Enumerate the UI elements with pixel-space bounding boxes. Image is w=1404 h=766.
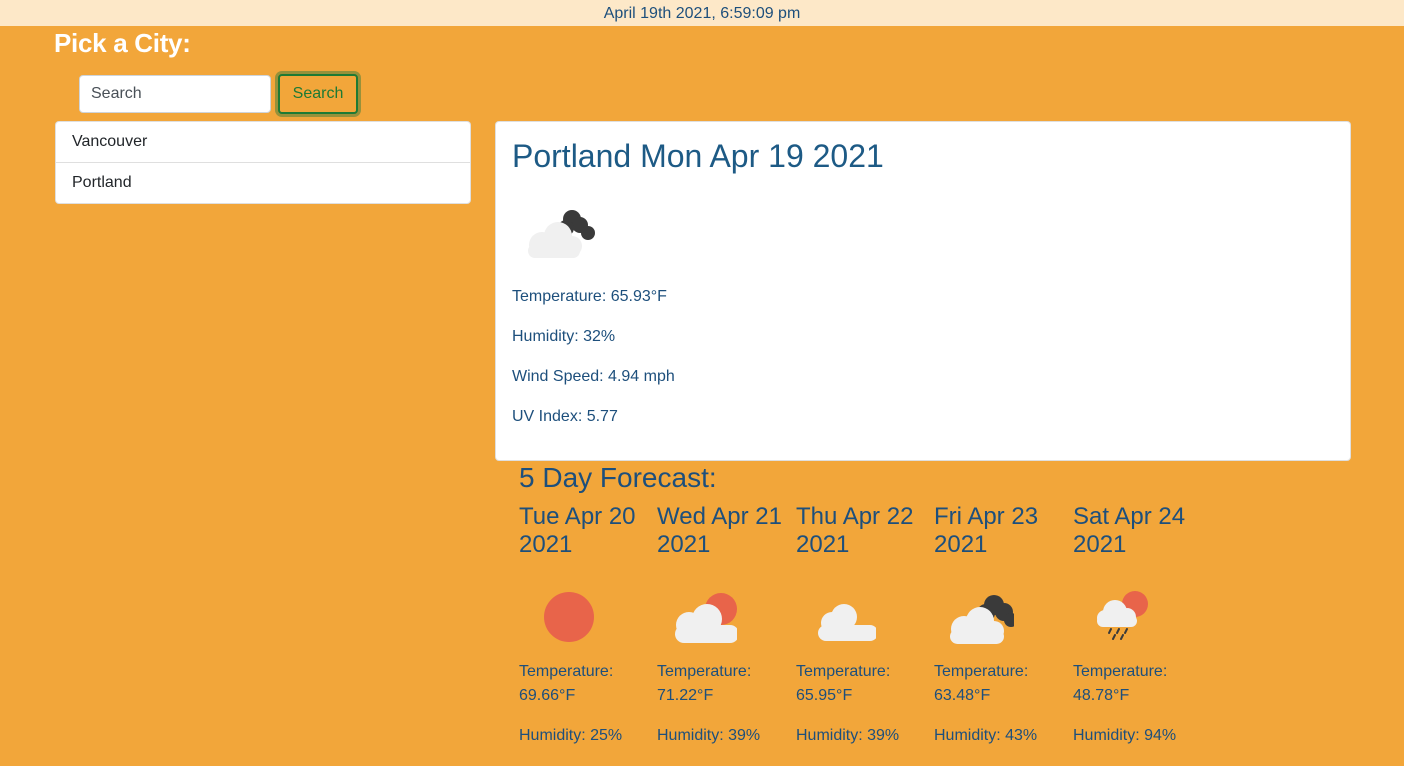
forecast-date: Sat Apr 24 2021	[1073, 503, 1186, 558]
forecast-humidity: Humidity: 39%	[796, 727, 900, 744]
forecast-temperature: Temperature: 69.66°F	[519, 660, 649, 708]
forecast-temperature: Temperature: 48.78°F	[1073, 660, 1203, 708]
forecast-humidity: Humidity: 43%	[934, 727, 1038, 744]
search-button[interactable]: Search	[278, 74, 358, 114]
current-humidity: Humidity: 32%	[512, 328, 616, 345]
forecast-temp-label: Temperature:	[1073, 663, 1168, 680]
rain-sun-icon	[1097, 591, 1148, 640]
forecast-temp-value: 65.95°F	[796, 687, 853, 704]
partly-cloudy-dark-cloud-icon	[528, 210, 595, 258]
forecast-day-card: Fri Apr 23 2021 Temperature: 63.48°F Hum…	[934, 503, 1064, 748]
dark-clouds-icon	[950, 595, 1014, 644]
current-city-title: Portland Mon Apr 19 2021	[512, 138, 884, 174]
forecast-temp-label: Temperature:	[657, 663, 752, 680]
forecast-humidity: Humidity: 25%	[519, 727, 623, 744]
forecast-temp-label: Temperature:	[934, 663, 1029, 680]
forecast-title: 5 Day Forecast:	[519, 462, 717, 493]
forecast-temp-label: Temperature:	[796, 663, 891, 680]
forecast-temperature: Temperature: 71.22°F	[657, 660, 787, 708]
saved-cities-list: Vancouver Portland	[55, 121, 471, 204]
forecast-temp-value: 69.66°F	[519, 687, 576, 704]
forecast-day-card: Sat Apr 24 2021 Temperature: 48.78°F Hum…	[1073, 503, 1203, 748]
cloud-icon	[818, 604, 876, 641]
forecast-humidity: Humidity: 94%	[1073, 727, 1177, 744]
sun-icon	[544, 592, 594, 642]
forecast-temperature: Temperature: 63.48°F	[934, 660, 1064, 708]
pick-city-title: Pick a City:	[54, 28, 191, 58]
forecast-temp-value: 48.78°F	[1073, 687, 1130, 704]
current-datetime: April 19th 2021, 6:59:09 pm	[603, 5, 801, 22]
datetime-bar: April 19th 2021, 6:59:09 pm	[0, 0, 1404, 26]
current-wind-speed: Wind Speed: 4.94 mph	[512, 368, 675, 385]
forecast-day-card: Wed Apr 21 2021 Temperature: 71.22°F Hum…	[657, 503, 787, 748]
current-weather-card: Portland Mon Apr 19 2021 Temperature: 65…	[495, 121, 1351, 461]
forecast-temperature: Temperature: 65.95°F	[796, 660, 926, 708]
city-item-portland[interactable]: Portland	[56, 162, 470, 203]
forecast-date: Fri Apr 23 2021	[934, 503, 1039, 558]
forecast-day-card: Tue Apr 20 2021 Temperature: 69.66°F Hum…	[519, 503, 649, 748]
current-temperature: Temperature: 65.93°F	[512, 288, 667, 305]
forecast-date: Wed Apr 21 2021	[657, 503, 782, 558]
current-uv-index: UV Index: 5.77	[512, 408, 618, 425]
forecast-date: Tue Apr 20 2021	[519, 503, 636, 558]
forecast-temp-value: 71.22°F	[657, 687, 714, 704]
forecast-date: Thu Apr 22 2021	[796, 503, 914, 558]
forecast-day-card: Thu Apr 22 2021 Temperature: 65.95°F Hum…	[796, 503, 926, 748]
cloud-sun-icon	[675, 593, 737, 643]
forecast-temp-label: Temperature:	[519, 663, 614, 680]
city-item-vancouver[interactable]: Vancouver	[56, 122, 470, 162]
city-search-input[interactable]	[79, 75, 271, 113]
forecast-temp-value: 63.48°F	[934, 687, 991, 704]
forecast-humidity: Humidity: 39%	[657, 727, 761, 744]
